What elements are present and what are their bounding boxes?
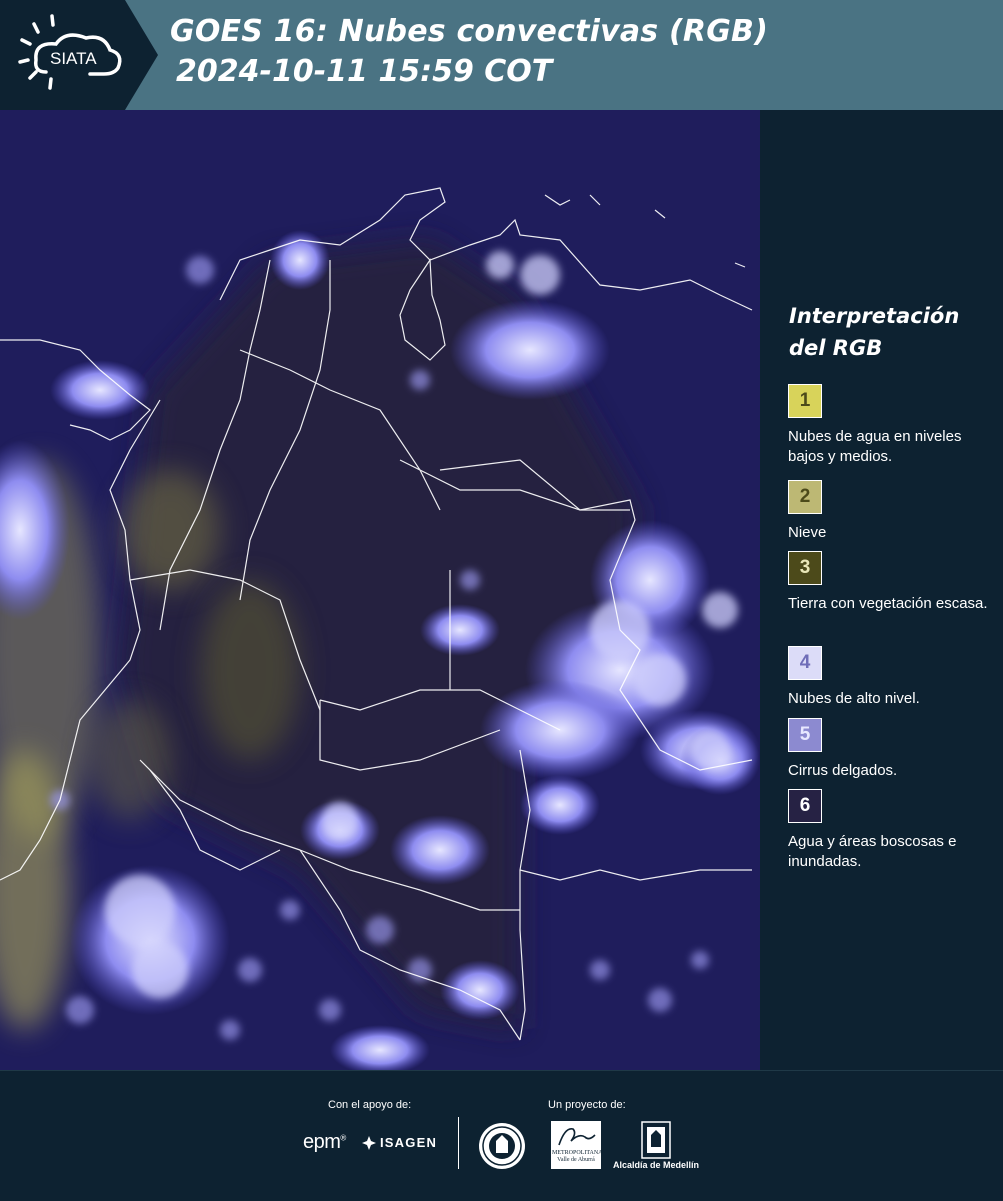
page-title: GOES 16: Nubes convectivas (RGB): [170, 14, 769, 49]
area-script-icon: [558, 1128, 596, 1146]
project-label: Un proyecto de:: [548, 1099, 626, 1111]
legend-swatch-3: 3: [788, 551, 822, 585]
legend-swatch-4: 4: [788, 646, 822, 680]
legend-item-4: 4 Nubes de alto nivel.: [788, 646, 998, 709]
alcaldia-name: Alcaldía de Medellín: [613, 1160, 700, 1170]
timestamp: 2024-10-11 15:59 COT: [176, 54, 553, 89]
epm-wordmark: epm: [303, 1131, 341, 1153]
legend-swatch-2: 2: [788, 480, 822, 514]
epm-logo[interactable]: epm®: [303, 1131, 346, 1154]
footer: Con el apoyo de: Un proyecto de: epm® IS…: [0, 1070, 1003, 1201]
legend-item-5: 5 Cirrus delgados.: [788, 718, 998, 781]
legend-label-3: Tierra con vegetación escasa.: [788, 595, 988, 612]
support-label: Con el apoyo de:: [328, 1099, 412, 1111]
legend-item-1: 1 Nubes de agua en niveles bajos y medio…: [788, 384, 998, 467]
legend-panel: Interpretación del RGB 1 Nubes de agua e…: [760, 110, 1003, 1070]
satellite-map[interactable]: [0, 110, 760, 1070]
legend-swatch-5: 5: [788, 718, 822, 752]
legend-label-4: Nubes de alto nivel.: [788, 690, 920, 707]
legend-swatch-6: 6: [788, 789, 822, 823]
legend-swatch-1: 1: [788, 384, 822, 418]
siata-wordmark: SIATA: [50, 49, 97, 68]
area-metropolitana-name: METROPOLITANA Valle de Aburrá: [552, 1150, 603, 1163]
legend-item-2: 2 Nieve: [788, 480, 998, 543]
legend-title: Interpretación del RGB: [789, 304, 960, 360]
header-bar: SIATA GOES 16: Nubes convectivas (RGB) 2…: [0, 0, 1003, 110]
legend-item-3: 3 Tierra con vegetación escasa.: [788, 551, 998, 614]
siata-logo[interactable]: SIATA: [0, 0, 160, 110]
alcaldia-shield-icon[interactable]: [641, 1121, 671, 1159]
satellite-rgb-image: [0, 110, 760, 1070]
medellin-seal-icon[interactable]: [477, 1121, 527, 1171]
legend-item-6: 6 Agua y áreas boscosas e inundadas.: [788, 789, 998, 872]
legend-label-5: Cirrus delgados.: [788, 762, 898, 779]
isagen-icon: [362, 1136, 376, 1150]
isagen-logo[interactable]: ISAGEN: [380, 1135, 437, 1150]
footer-divider: [458, 1117, 459, 1169]
legend-label-6: Agua y áreas boscosas e inundadas.: [788, 833, 957, 870]
legend-label-2: Nieve: [788, 524, 827, 541]
legend-label-1: Nubes de agua en niveles bajos y medios.: [788, 428, 962, 465]
